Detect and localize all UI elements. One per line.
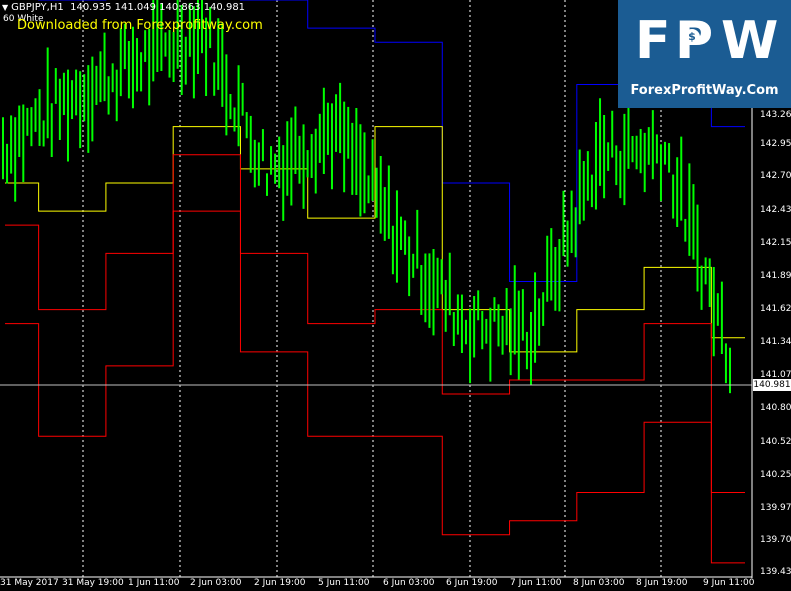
time-axis-label: 5 Jun 11:00	[318, 578, 370, 588]
lower-band-2	[5, 210, 745, 564]
logo-letter-w: W	[721, 11, 779, 71]
time-axis-label: 9 Jun 11:00	[703, 578, 755, 588]
price-axis-label: 141.895	[760, 271, 791, 281]
logo-url: ForexProfitWay.Com	[630, 83, 779, 98]
time-axis-label: 8 Jun 03:00	[573, 578, 625, 588]
price-axis-label: 139.430	[760, 567, 791, 577]
symbol-name: GBPJPY,H1	[11, 2, 64, 13]
time-axis-label: 8 Jun 19:00	[636, 578, 688, 588]
price-axis-label: 140.525	[760, 437, 791, 447]
price-axis-label: 142.950	[760, 139, 791, 149]
fpw-logo: F P $ W ForexProfitWay.Com	[618, 0, 791, 108]
price-axis-label: 141.620	[760, 304, 791, 314]
fpw-logo-panel: F P $ W	[625, 7, 784, 80]
symbol-header: ▼ GBPJPY,H1 140.935 141.049 140.863 140.9…	[2, 2, 245, 13]
time-axis-label: 6 Jun 19:00	[446, 578, 498, 588]
price-axis-label: 139.705	[760, 535, 791, 545]
time-axis-label: 2 Jun 19:00	[254, 578, 306, 588]
time-axis-label: 1 Jun 11:00	[128, 578, 180, 588]
time-axis-label: 7 Jun 11:00	[510, 578, 562, 588]
price-axis-label: 142.155	[760, 238, 791, 248]
price-axis-label: 143.260	[760, 110, 791, 120]
price-axis-label: 140.250	[760, 470, 791, 480]
logo-letter-f: F	[635, 11, 671, 71]
time-axis-label: 31 May 19:00	[62, 578, 124, 588]
price-axis-label: 142.430	[760, 205, 791, 215]
ohlc-values: 140.935 141.049 140.863 140.981	[70, 2, 246, 13]
price-axis-label: 142.705	[760, 171, 791, 181]
price-axis-label: 140.800	[760, 403, 791, 413]
time-axis-label: 6 Jun 03:00	[383, 578, 435, 588]
download-watermark: Downloaded from Forexprofitway.com	[17, 18, 263, 33]
price-axis-label: 141.345	[760, 337, 791, 347]
collapse-triangle-icon[interactable]: ▼	[2, 3, 8, 12]
chart-area[interactable]: ▼ GBPJPY,H1 140.935 141.049 140.863 140.9…	[0, 0, 791, 591]
time-axis-label: 31 May 2017	[0, 578, 59, 588]
time-axis-label: 2 Jun 03:00	[190, 578, 242, 588]
price-axis-label: 139.975	[760, 503, 791, 513]
dollar-icon: $	[684, 29, 700, 45]
current-price-tag: 140.981	[753, 379, 791, 391]
